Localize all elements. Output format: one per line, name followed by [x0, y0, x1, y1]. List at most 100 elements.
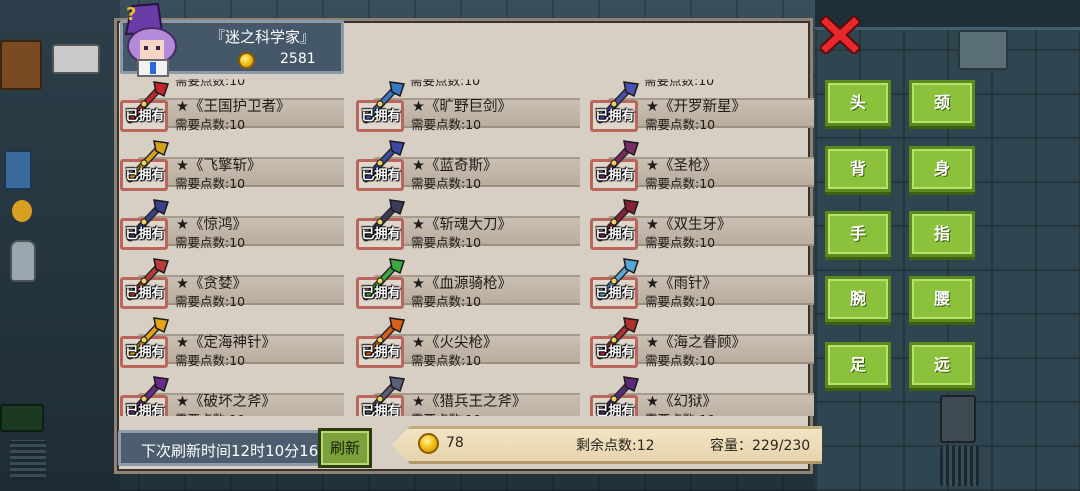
right-vent-decoration [940, 446, 980, 486]
owned-badge: 已拥有 [125, 227, 165, 242]
weapon-name: ★《海之眷顾》 [646, 335, 746, 351]
owned-badge: 已拥有 [595, 345, 635, 360]
weapon-name: ★《斩魂大刀》 [412, 217, 512, 233]
owned-badge: 已拥有 [361, 168, 401, 183]
refresh-timer-text: 下次刷新时间12时10分16 [141, 442, 319, 460]
weapon-name: ★《定海神针》 [176, 335, 276, 351]
weapon-cost: 需要点数:10 [411, 294, 482, 309]
points-remaining: 剩余点数:12 [576, 438, 655, 454]
desk-decoration [52, 44, 100, 74]
capacity-text: 容量：229/230 [710, 438, 811, 454]
weapon-item[interactable]: 已拥有 ★《王国护卫者》 需要点数:10 [118, 78, 344, 132]
owned-badge: 已拥有 [125, 168, 165, 183]
coin-icon [418, 433, 439, 454]
owned-badge: 已拥有 [595, 109, 635, 124]
weapon-name: ★《破坏之斧》 [176, 394, 276, 410]
owned-badge: 已拥有 [361, 404, 401, 416]
owned-badge: 已拥有 [125, 286, 165, 301]
owned-badge: 已拥有 [361, 345, 401, 360]
right-machine-decoration [940, 395, 976, 443]
scientist-avatar: ? [118, 2, 184, 78]
weapon-item[interactable]: 已拥有 ★《火尖枪》 需要点数:10 [354, 314, 580, 368]
owned-badge: 已拥有 [361, 227, 401, 242]
weapon-cost: 需要点数:10 [175, 235, 246, 250]
owned-badge: 已拥有 [125, 404, 165, 416]
cabinet-decoration [0, 40, 42, 90]
weapon-item[interactable]: 已拥有 ★《圣枪》需要点数:10 [588, 137, 814, 191]
slot-button[interactable]: 指 [909, 211, 975, 257]
weapon-item[interactable]: 已拥有 ★《雨针》 需要点数:10 [588, 255, 814, 309]
weapon-cost: 需要点数:10 [411, 353, 482, 368]
slot-button[interactable]: 颈 [909, 80, 975, 126]
weapon-cost: 需要点数:10 [175, 117, 246, 132]
weapon-item[interactable]: 已拥有 ★《贪婪》需要点数:10 [118, 255, 344, 309]
slot-button[interactable]: 手 [825, 211, 891, 257]
right-pillar-decoration [958, 30, 1008, 70]
plant-decoration [12, 200, 32, 222]
chair-decoration [4, 150, 32, 190]
weapon-name: ★《惊鸿》 [176, 217, 247, 233]
slot-button[interactable]: 身 [909, 146, 975, 192]
weapon-item[interactable]: 已拥有 ★《定海神针》 需要点数:10 [118, 314, 344, 368]
slot-button[interactable]: 腰 [909, 276, 975, 322]
slot-button[interactable]: 腕 [825, 276, 891, 322]
weapon-cost: 需要点数:10 [411, 235, 482, 250]
weapon-cost: 需要点数:10 [175, 294, 246, 309]
player-coin-count: 2581 [280, 51, 316, 67]
weapon-item[interactable]: 已拥有 ★《开罗新星》 需要点数:10 [588, 78, 814, 132]
weapon-name: ★《开罗新星》 [646, 99, 746, 115]
weapon-item[interactable]: 已拥有 ★《蓝奇斯》 需要点数:10 [354, 137, 580, 191]
slot-button[interactable]: 远 [909, 342, 975, 388]
weapon-name: ★《旷野巨剑》 [412, 99, 512, 115]
weapon-cost: 需要点数:10 [411, 117, 482, 132]
owned-badge: 已拥有 [361, 109, 401, 124]
weapon-cost: 需要点数:10 [645, 235, 716, 250]
owned-badge: 已拥有 [595, 404, 635, 416]
refresh-timer-box: 下次刷新时间12时10分16 [118, 430, 324, 466]
weapon-name: ★《飞擎斩》 [176, 158, 262, 174]
weapon-item[interactable]: 已拥有 ★《双生牙》 需要点数:10 [588, 196, 814, 250]
weapon-cost: 需要点数:10 [175, 353, 246, 368]
slot-button[interactable]: 头 [825, 80, 891, 126]
weapon-name: ★《火尖枪》 [412, 335, 498, 351]
slot-button[interactable]: 足 [825, 342, 891, 388]
refresh-button[interactable]: 刷新 [318, 428, 372, 468]
weapon-item[interactable]: 已拥有 ★《飞擎斩》 需要点数:10 [118, 137, 344, 191]
weapon-name: ★《猎兵王之斧》 [412, 394, 527, 410]
weapon-name: ★《贪婪》 [176, 276, 247, 292]
weapon-cost: 需要点数:10 [175, 176, 246, 191]
weapon-item[interactable]: 已拥有 ★《血源骑枪》 需要点数:10 [354, 255, 580, 309]
close-icon[interactable] [818, 14, 862, 56]
svg-text:?: ? [126, 4, 136, 25]
owned-badge: 已拥有 [595, 286, 635, 301]
owned-badge: 已拥有 [595, 227, 635, 242]
floor-grate-decoration [0, 404, 44, 432]
weapon-item[interactable]: 已拥有 ★《海之眷顾》 需要点数:10 [588, 314, 814, 368]
weapon-cost: 需要点数:10 [645, 117, 716, 132]
owned-badge: 已拥有 [595, 168, 635, 183]
owned-badge: 已拥有 [125, 345, 165, 360]
weapon-cost: 需要点数:10 [411, 409, 481, 416]
weapon-cost: 需要点数:10 [645, 294, 716, 309]
weapon-item[interactable]: 已拥有 ★《斩魂大刀》 需要点数:10 [354, 196, 580, 250]
weapon-item[interactable]: 已拥有 ★《猎兵王之斧》需要点数:10 [354, 373, 580, 416]
weapon-item[interactable]: 已拥有 ★《旷野巨剑》 需要点数:10 [354, 78, 580, 132]
weapon-item[interactable]: 已拥有 ★《幻狱》需要点数:10 [588, 373, 814, 416]
weapon-item[interactable]: 已拥有 ★《破坏之斧》需要点数:10 [118, 373, 344, 416]
coin-icon [238, 52, 255, 69]
owned-badge: 已拥有 [361, 286, 401, 301]
slot-button[interactable]: 背 [825, 146, 891, 192]
weapon-cost: 需要点数:10 [645, 353, 716, 368]
weapon-cost: 需要点数:10 [175, 409, 245, 416]
weapon-name: ★《圣枪》 [646, 158, 717, 174]
weapon-name: ★《双生牙》 [646, 217, 732, 233]
weapon-name: ★《蓝奇斯》 [412, 158, 498, 174]
shop-coin-count: 78 [446, 435, 464, 451]
owned-badge: 已拥有 [125, 109, 165, 124]
weapon-item[interactable]: 已拥有 ★《惊鸿》需要点数:10 [118, 196, 344, 250]
vase-decoration [10, 240, 36, 282]
weapon-cost: 需要点数:10 [645, 176, 716, 191]
player-name: 『迷之科学家』 [210, 28, 316, 46]
weapon-name: ★《幻狱》 [646, 394, 717, 410]
weapon-grid: 已拥有 ★《王国护卫者》 需要点数:10 已拥有 ★《旷野巨剑》 需要点数:10 已拥有 ★《… [118, 64, 814, 416]
